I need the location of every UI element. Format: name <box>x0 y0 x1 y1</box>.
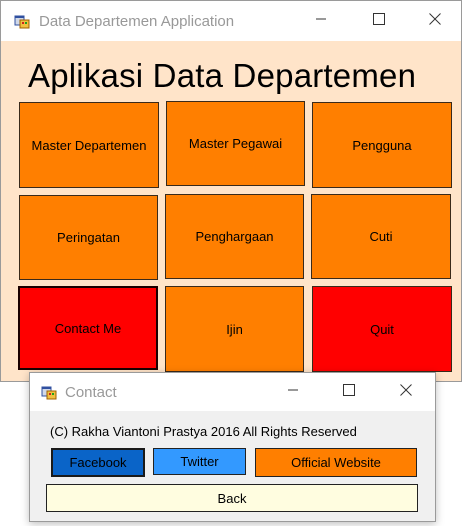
close-icon <box>429 12 441 30</box>
master-pegawai-button[interactable]: Master Pegawai <box>166 101 305 186</box>
main-title-bar[interactable]: Data Departemen Application <box>1 1 461 41</box>
contact-me-button[interactable]: Contact Me <box>18 286 158 370</box>
tile-label: Pengguna <box>352 137 412 153</box>
main-window-title: Data Departemen Application <box>39 13 235 30</box>
copyright-text: (C) Rakha Viantoni Prastya 2016 All Righ… <box>50 424 357 439</box>
contact-minimize-button[interactable] <box>270 376 316 408</box>
tile-label: Peringatan <box>57 230 120 245</box>
twitter-button-label: Twitter <box>180 454 219 469</box>
official-website-button-label: Official Website <box>291 455 381 470</box>
minimize-icon <box>315 12 327 30</box>
minimize-button[interactable] <box>298 5 344 37</box>
pengguna-button[interactable]: Pengguna <box>312 102 452 188</box>
maximize-button[interactable] <box>356 5 402 37</box>
twitter-button[interactable]: Twitter <box>153 448 246 475</box>
penghargaan-button[interactable]: Penghargaan <box>165 194 304 279</box>
contact-close-button[interactable] <box>383 376 429 408</box>
official-website-button[interactable]: Official Website <box>255 448 417 477</box>
back-button[interactable]: Back <box>46 484 418 512</box>
maximize-icon <box>343 383 355 401</box>
contact-client-area: (C) Rakha Viantoni Prastya 2016 All Righ… <box>30 411 435 521</box>
quit-button[interactable]: Quit <box>312 286 452 372</box>
main-window: Data Departemen Application Aplikasi Dat… <box>0 0 462 382</box>
tile-label: Penghargaan <box>195 229 274 244</box>
tile-label: Master Pegawai <box>188 136 283 151</box>
master-departemen-button[interactable]: Master Departemen <box>19 102 159 188</box>
contact-dialog: Contact (C) Rakha Viantoni Prastya 2016 … <box>29 372 436 522</box>
contact-dialog-title: Contact <box>65 384 117 401</box>
main-client-area: Aplikasi Data Departemen Master Departem… <box>1 41 461 381</box>
tile-label: Contact Me <box>54 320 122 336</box>
maximize-icon <box>373 12 385 30</box>
cuti-button[interactable]: Cuti <box>311 194 451 279</box>
facebook-button-label: Facebook <box>69 455 127 470</box>
app-window-icon <box>41 384 57 400</box>
minimize-icon <box>287 383 299 401</box>
close-icon <box>400 383 412 401</box>
app-window-icon <box>14 13 30 29</box>
app-heading: Aplikasi Data Departemen <box>28 57 417 94</box>
close-button[interactable] <box>412 5 458 37</box>
contact-maximize-button[interactable] <box>326 376 372 408</box>
contact-title-bar[interactable]: Contact <box>30 373 435 411</box>
peringatan-button[interactable]: Peringatan <box>19 195 158 280</box>
tile-label: Master Departemen <box>31 137 147 153</box>
facebook-button[interactable]: Facebook <box>51 448 145 477</box>
back-button-label: Back <box>217 490 247 506</box>
tile-label: Ijin <box>226 321 243 337</box>
tile-label: Cuti <box>369 229 393 244</box>
tile-label: Quit <box>370 321 394 337</box>
ijin-button[interactable]: Ijin <box>165 286 304 372</box>
